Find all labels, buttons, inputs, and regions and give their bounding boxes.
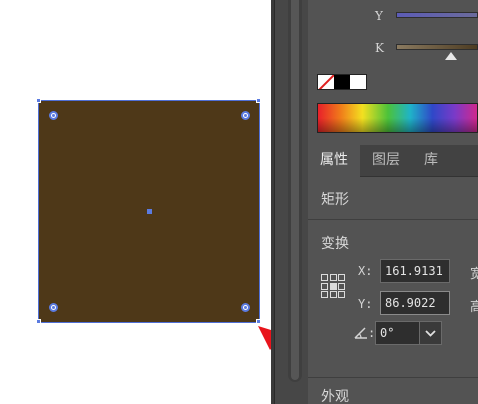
reference-point-icon[interactable] [321, 274, 345, 298]
color-panel: Y K [308, 0, 478, 145]
tab-properties[interactable]: 属性 [308, 145, 360, 177]
y-slider-track[interactable] [396, 12, 478, 18]
panel-scrollbar-thumb[interactable] [291, 0, 299, 380]
height-label: 高 [470, 300, 478, 315]
center-point [147, 209, 152, 214]
transform-heading: 变换 [321, 236, 349, 252]
corner-radius-widget-top-left[interactable] [49, 111, 58, 120]
chevron-down-icon [425, 330, 436, 337]
artboard-canvas[interactable] [0, 0, 271, 404]
k-slider-thumb[interactable] [445, 52, 457, 60]
properties-panel: Y K 属性 图层 库 矩形 变换 X: 161.9131 宽 Y: 86.90… [308, 0, 478, 404]
x-position-input[interactable]: 161.9131 [380, 259, 450, 283]
white-swatch[interactable] [350, 75, 366, 89]
color-spectrum[interactable] [317, 103, 478, 133]
k-slider-label: K [375, 41, 384, 55]
y-slider-label: Y [375, 9, 383, 23]
angle-icon [354, 327, 367, 339]
divider [308, 219, 478, 220]
corner-radius-widget-bottom-right[interactable] [241, 303, 250, 312]
divider [308, 377, 478, 378]
panel-tabs: 属性 图层 库 [308, 145, 478, 177]
anchor-bottom-left[interactable] [36, 319, 41, 324]
corner-radius-widget-top-right[interactable] [241, 111, 250, 120]
anchor-top-right[interactable] [256, 98, 261, 103]
black-swatch[interactable] [334, 75, 350, 89]
rotation-input[interactable]: 0° [375, 321, 420, 345]
k-slider-track[interactable] [396, 44, 478, 50]
tab-libraries[interactable]: 库 [412, 145, 450, 177]
y-field-label: Y: [358, 297, 373, 311]
rotation-dropdown[interactable] [420, 321, 442, 345]
x-field-label: X: [358, 264, 373, 278]
anchor-top-left[interactable] [36, 98, 41, 103]
appearance-heading: 外观 [321, 389, 349, 404]
tab-layers[interactable]: 图层 [360, 145, 412, 177]
object-type-label: 矩形 [321, 192, 349, 208]
width-label: 宽 [470, 267, 478, 282]
corner-radius-widget-bottom-left[interactable] [49, 303, 58, 312]
none-swatch-icon[interactable] [318, 75, 334, 89]
quick-swatches [317, 74, 367, 90]
y-position-input[interactable]: 86.9022 [380, 291, 450, 315]
